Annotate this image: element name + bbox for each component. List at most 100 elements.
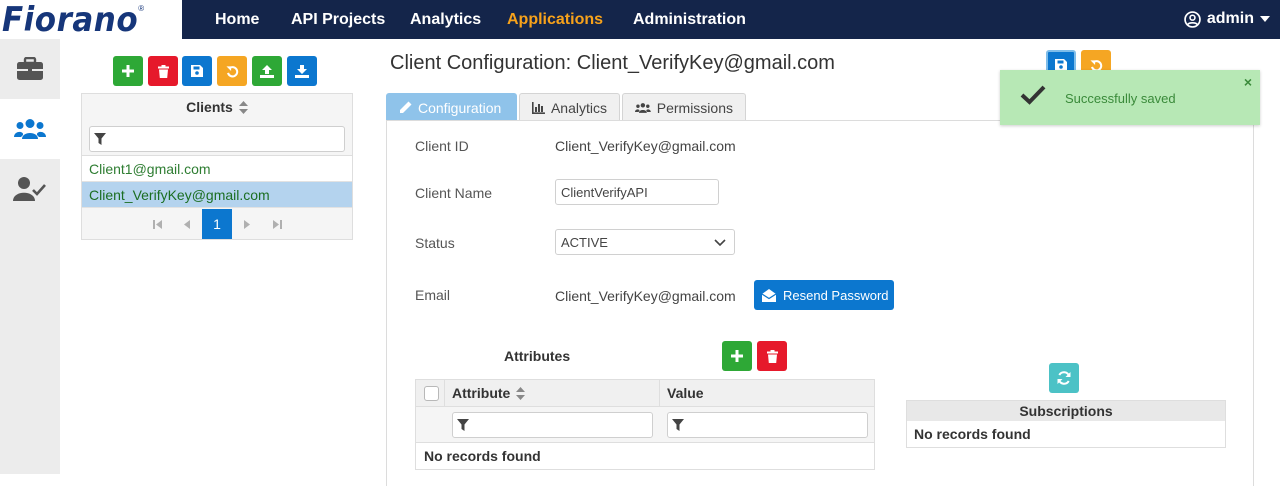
save-icon bbox=[191, 65, 203, 77]
page-1-button[interactable]: 1 bbox=[202, 209, 232, 239]
next-page-icon bbox=[244, 219, 250, 229]
nav-api-projects[interactable]: API Projects bbox=[291, 11, 385, 29]
toast-close-button[interactable]: × bbox=[1244, 74, 1252, 90]
rail-clients[interactable] bbox=[0, 99, 60, 159]
clients-header[interactable]: Clients bbox=[82, 94, 352, 120]
value-column-header[interactable]: Value bbox=[667, 385, 704, 401]
trash-icon bbox=[766, 349, 778, 363]
pencil-icon bbox=[400, 101, 412, 113]
client-name-label: Client Name bbox=[415, 185, 493, 201]
tab-configuration-label: Configuration bbox=[418, 99, 502, 116]
status-select[interactable]: ACTIVE bbox=[555, 229, 735, 255]
export-button[interactable] bbox=[252, 56, 282, 86]
refresh-icon bbox=[1057, 371, 1071, 385]
email-value: Client_VerifyKey@gmail.com bbox=[555, 288, 736, 304]
attribute-filter-input[interactable] bbox=[452, 412, 653, 438]
logo-text: Fiorano bbox=[2, 0, 139, 40]
resend-password-button[interactable]: Resend Password bbox=[754, 280, 894, 310]
nav-applications[interactable]: Applications bbox=[507, 11, 603, 29]
attributes-table: Attribute Value No records found bbox=[415, 379, 875, 470]
sort-icon bbox=[516, 386, 526, 400]
success-toast: Successfully saved × bbox=[1000, 70, 1260, 125]
caret-down-icon bbox=[1260, 16, 1270, 22]
subscriptions-header: Subscriptions bbox=[907, 401, 1225, 421]
clients-header-label: Clients bbox=[186, 99, 233, 115]
prev-page-icon bbox=[184, 219, 190, 229]
attribute-column-header[interactable]: Attribute bbox=[452, 385, 526, 401]
tab-permissions[interactable]: Permissions bbox=[622, 93, 746, 121]
briefcase-icon bbox=[17, 57, 43, 80]
add-attribute-button[interactable] bbox=[722, 341, 752, 371]
logo-trademark: ® bbox=[138, 4, 145, 13]
first-page-icon bbox=[152, 219, 162, 229]
attribute-column-label: Attribute bbox=[452, 385, 511, 401]
delete-attribute-button[interactable] bbox=[757, 341, 787, 371]
undo-icon bbox=[225, 65, 238, 77]
save-client-button[interactable] bbox=[182, 56, 212, 86]
users-icon bbox=[635, 102, 651, 113]
clients-pager: 1 bbox=[82, 208, 352, 240]
last-page-icon bbox=[272, 219, 282, 229]
delete-client-button[interactable] bbox=[148, 56, 178, 86]
clients-filter-input[interactable] bbox=[89, 126, 345, 152]
chevron-down-icon bbox=[714, 239, 726, 246]
client-id-label: Client ID bbox=[415, 138, 469, 154]
user-menu[interactable]: admin bbox=[1184, 10, 1270, 28]
toast-message: Successfully saved bbox=[1065, 91, 1176, 106]
prev-page-button[interactable] bbox=[172, 209, 202, 239]
nav-analytics[interactable]: Analytics bbox=[410, 11, 481, 29]
client-id-value: Client_VerifyKey@gmail.com bbox=[555, 138, 736, 154]
client-row[interactable]: Client1@gmail.com bbox=[82, 156, 352, 182]
subscriptions-table: Subscriptions No records found bbox=[906, 400, 1226, 448]
next-page-button[interactable] bbox=[232, 209, 262, 239]
bar-chart-icon bbox=[532, 101, 545, 114]
resend-password-label: Resend Password bbox=[783, 287, 889, 303]
email-label: Email bbox=[415, 287, 451, 303]
user-name: admin bbox=[1206, 10, 1254, 27]
sort-icon bbox=[238, 100, 248, 114]
users-icon bbox=[14, 119, 46, 139]
attributes-table-header: Attribute Value bbox=[416, 380, 874, 407]
tab-configuration[interactable]: Configuration bbox=[386, 93, 517, 121]
filter-icon bbox=[672, 419, 684, 431]
filter-icon bbox=[94, 133, 106, 145]
clients-filter-row bbox=[82, 120, 352, 156]
envelope-open-icon bbox=[762, 288, 776, 302]
filter-icon bbox=[457, 419, 469, 431]
client-row-selected[interactable]: Client_VerifyKey@gmail.com bbox=[82, 182, 352, 208]
plus-icon bbox=[122, 65, 134, 77]
left-rail bbox=[0, 39, 60, 474]
top-navbar: Fiorano ® Home API Projects Analytics Ap… bbox=[0, 0, 1280, 39]
tab-analytics-label: Analytics bbox=[550, 99, 607, 116]
rail-projects[interactable] bbox=[0, 39, 60, 99]
clients-list: Clients Client1@gmail.com Client_VerifyK… bbox=[81, 93, 353, 240]
trash-icon bbox=[157, 64, 169, 78]
attributes-title: Attributes bbox=[504, 348, 571, 364]
last-page-button[interactable] bbox=[262, 209, 292, 239]
user-circle-icon bbox=[1184, 10, 1201, 28]
subscriptions-empty-message: No records found bbox=[914, 426, 1031, 442]
status-value: ACTIVE bbox=[561, 234, 608, 250]
value-filter-input[interactable] bbox=[667, 412, 868, 438]
tab-analytics[interactable]: Analytics bbox=[519, 93, 620, 121]
rail-roles[interactable] bbox=[0, 159, 60, 219]
select-all-checkbox[interactable] bbox=[424, 386, 439, 401]
import-button[interactable] bbox=[287, 56, 317, 86]
page-title: Client Configuration: Client_VerifyKey@g… bbox=[390, 52, 835, 74]
reset-client-button[interactable] bbox=[217, 56, 247, 86]
tab-permissions-label: Permissions bbox=[656, 99, 733, 116]
refresh-subscriptions-button[interactable] bbox=[1049, 363, 1079, 393]
upload-icon bbox=[260, 64, 274, 78]
status-label: Status bbox=[415, 235, 455, 251]
plus-icon bbox=[731, 350, 743, 362]
check-icon bbox=[1020, 85, 1046, 105]
first-page-button[interactable] bbox=[142, 209, 172, 239]
attributes-empty-message: No records found bbox=[424, 448, 541, 464]
brand-logo[interactable]: Fiorano ® bbox=[0, 0, 182, 39]
nav-administration[interactable]: Administration bbox=[633, 11, 746, 29]
client-name-field[interactable]: ClientVerifyAPI bbox=[555, 179, 719, 205]
download-icon bbox=[295, 64, 309, 78]
attributes-filter-row bbox=[416, 407, 874, 443]
nav-home[interactable]: Home bbox=[215, 11, 259, 29]
add-client-button[interactable] bbox=[113, 56, 143, 86]
